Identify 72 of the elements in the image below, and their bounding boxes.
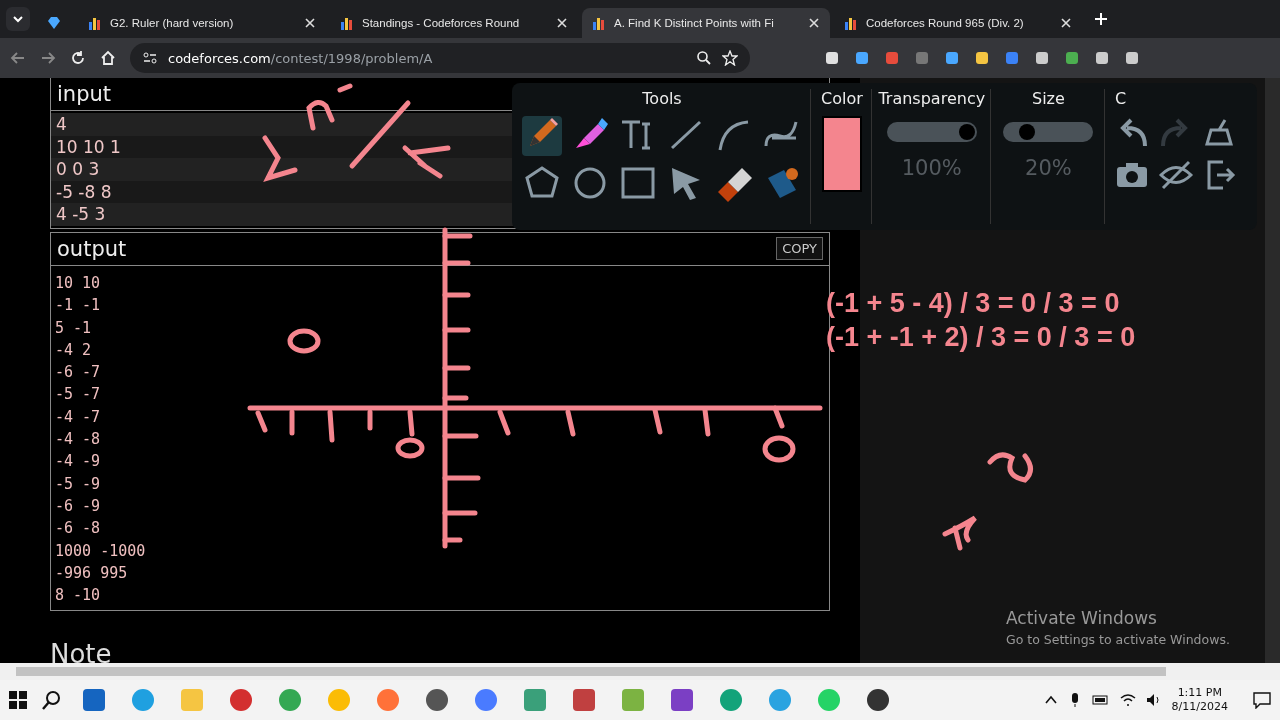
- close-icon[interactable]: [808, 17, 820, 29]
- color-swatch[interactable]: [821, 116, 862, 192]
- panel-heading: Transparency: [878, 89, 986, 108]
- zoom-icon[interactable]: [696, 50, 712, 66]
- output-line: 1000 -1000: [55, 540, 147, 562]
- slider-value: 20%: [1025, 156, 1072, 180]
- back-icon[interactable]: [10, 50, 26, 66]
- close-icon[interactable]: [556, 17, 568, 29]
- panel-heading: C: [1115, 89, 1127, 108]
- taskbar-clock[interactable]: 1:11 PM 8/11/2024: [1171, 686, 1228, 714]
- slider-thumb[interactable]: [1019, 124, 1036, 140]
- bar-chart-icon: [88, 16, 102, 30]
- browser-tab[interactable]: Standings - Codeforces Round: [330, 8, 578, 38]
- close-icon[interactable]: [304, 17, 316, 29]
- star-icon[interactable]: [722, 50, 738, 66]
- chevron-down-icon: [12, 13, 24, 25]
- input-line: -5 -8 8: [56, 180, 112, 204]
- windows-start-icon[interactable]: [8, 690, 28, 710]
- panel-heading: Color: [821, 89, 863, 108]
- notification-icon[interactable]: [1252, 691, 1272, 709]
- output-line: -6 -7: [55, 362, 102, 384]
- activation-title: Activate Windows: [1006, 608, 1158, 628]
- browser-tab[interactable]: G2. Ruler (hard version): [78, 8, 326, 38]
- site-settings-icon[interactable]: [142, 50, 158, 66]
- output-line: -4 -7: [55, 406, 102, 428]
- output-line: 10 10: [55, 272, 102, 294]
- output-line: -5 -7: [55, 384, 102, 406]
- battery-icon[interactable]: [1091, 693, 1110, 707]
- activation-message: Go to Settings to activate Windows.: [1006, 632, 1230, 647]
- copy-button[interactable]: COPY: [776, 237, 823, 261]
- tab-list-button[interactable]: [6, 7, 30, 31]
- output-line: -4 2: [55, 339, 93, 361]
- scrollbar[interactable]: [1265, 78, 1280, 663]
- bar-chart-icon: [844, 16, 858, 30]
- output-line: -1 -1: [55, 295, 102, 317]
- slider-track[interactable]: [1003, 122, 1094, 142]
- output-line: 5 -1: [55, 317, 93, 339]
- browser-tab[interactable]: Codeforces Round 965 (Div. 2): [834, 8, 1082, 38]
- diamond-icon: [46, 15, 62, 31]
- section-title: output: [57, 236, 127, 261]
- section-title: input: [57, 82, 112, 106]
- section-heading: Note: [50, 639, 113, 664]
- output-line: -6 -8: [55, 518, 102, 540]
- bar-chart-icon: [340, 16, 354, 30]
- forward-icon[interactable]: [40, 50, 56, 66]
- input-line: 0 0 3: [56, 158, 100, 181]
- output-line: -5 -9: [55, 473, 102, 495]
- search-icon[interactable]: [41, 689, 63, 711]
- slider-value: 100%: [901, 156, 962, 180]
- reload-icon[interactable]: [70, 50, 86, 66]
- new-tab-icon[interactable]: [1094, 12, 1108, 26]
- input-line: 10 10 1: [56, 135, 121, 159]
- input-line: 4 -5 3: [56, 203, 106, 226]
- wifi-icon[interactable]: [1119, 693, 1136, 707]
- slider-thumb[interactable]: [958, 124, 975, 140]
- output-line: -996 995: [55, 562, 129, 584]
- speaker-icon[interactable]: [1145, 693, 1162, 707]
- home-icon[interactable]: [100, 50, 116, 66]
- slider-track[interactable]: [886, 122, 977, 142]
- browser-tab[interactable]: A. Find K Distinct Points with Fi: [582, 8, 830, 38]
- output-line: -4 -8: [55, 429, 102, 451]
- panel-heading: Size: [1031, 89, 1065, 108]
- close-icon[interactable]: [1060, 17, 1072, 29]
- bar-chart-icon: [592, 16, 606, 30]
- output-line: 8 -10: [55, 585, 102, 607]
- input-line: 4: [56, 113, 67, 136]
- panel-heading: Tools: [642, 89, 682, 108]
- hidden-eye-icon[interactable]: [1159, 158, 1193, 192]
- address-bar[interactable]: codeforces.com/contest/1998/problem/A: [130, 43, 750, 73]
- scrollbar-thumb[interactable]: [16, 667, 1166, 676]
- output-line: -4 -9: [55, 451, 102, 473]
- output-line: -6 -9: [55, 495, 102, 517]
